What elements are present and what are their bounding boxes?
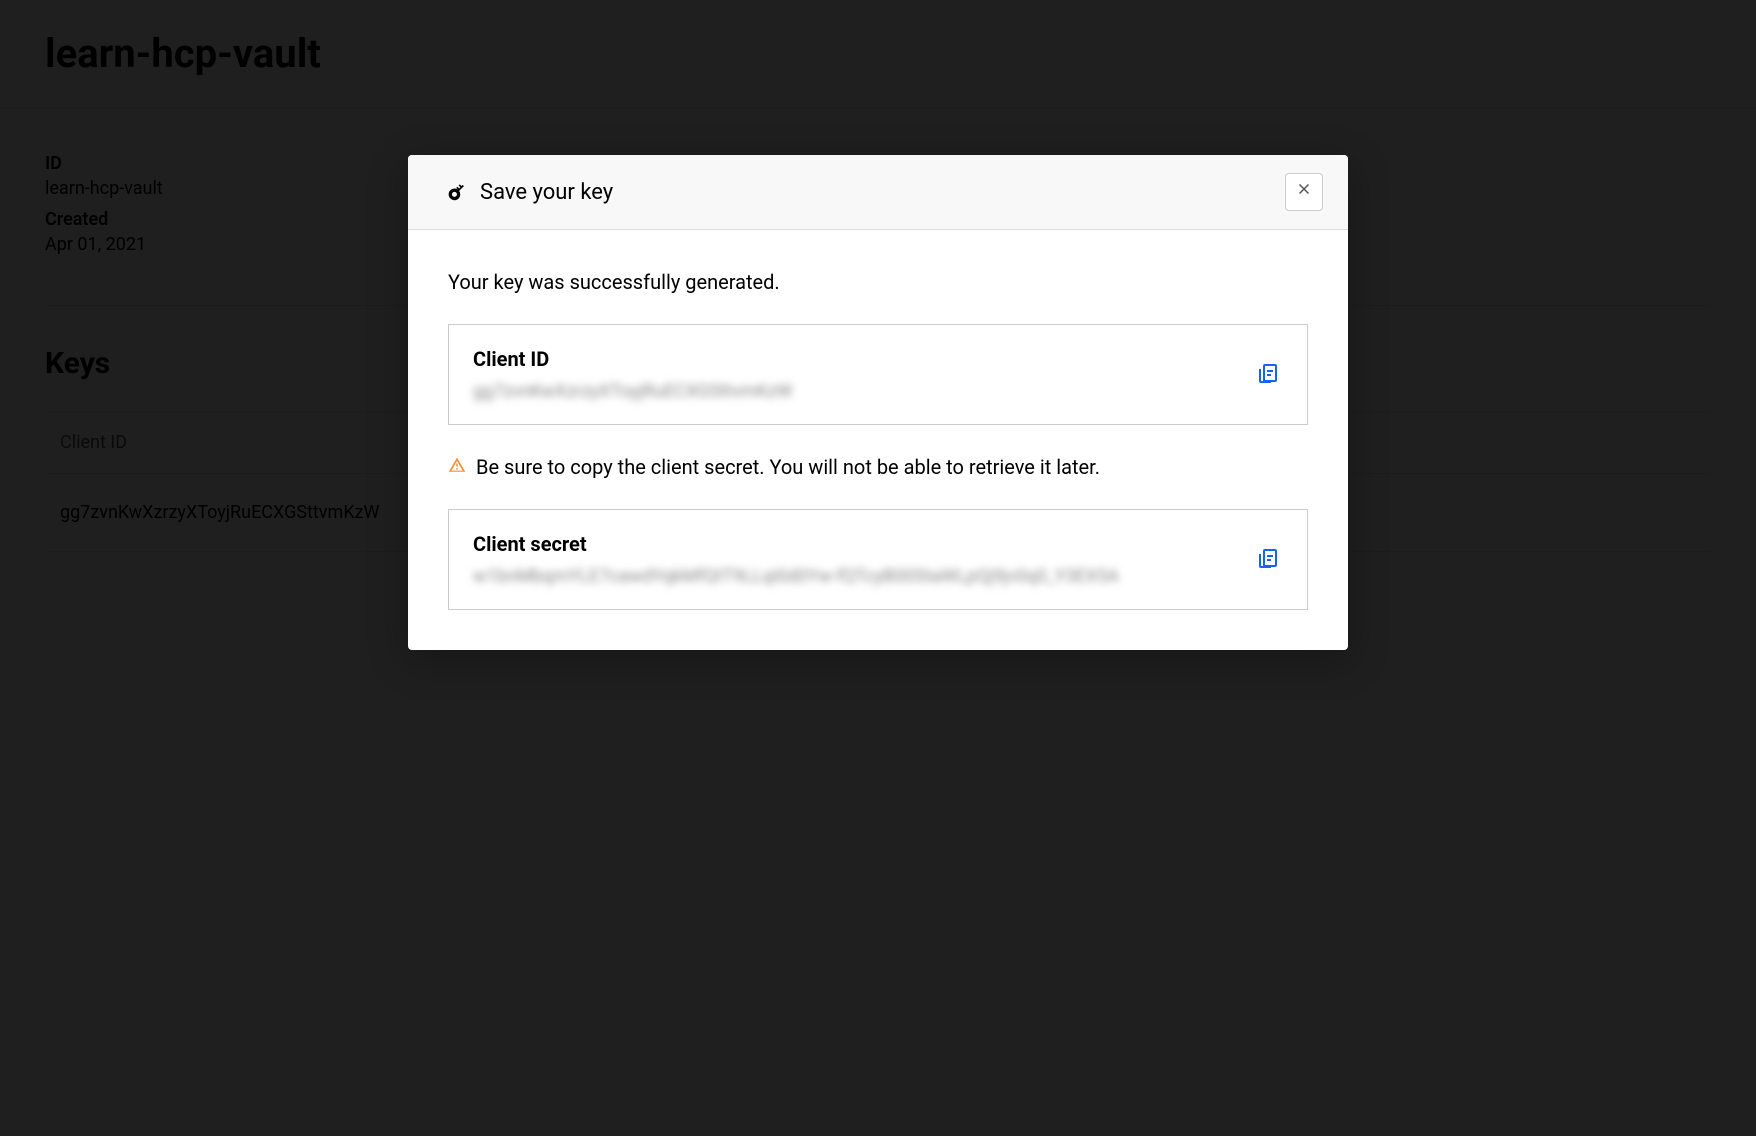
client-id-box: Client ID gg7zvnKwXzrzyXToyjRuECXGSttvmK…	[448, 324, 1308, 425]
warning-icon	[448, 455, 466, 479]
warning-row: Be sure to copy the client secret. You w…	[448, 455, 1308, 479]
close-button[interactable]	[1285, 173, 1323, 211]
close-icon	[1295, 180, 1313, 204]
save-key-modal: Save your key Your key was successfully …	[408, 155, 1348, 650]
clipboard-icon	[1256, 546, 1280, 574]
key-icon	[444, 178, 472, 206]
client-id-label: Client ID	[473, 347, 1233, 371]
modal-title: Save your key	[480, 180, 613, 205]
copy-client-secret-button[interactable]	[1253, 545, 1283, 575]
client-secret-box: Client secret w1bnMbqmYLE7cawdYqkMfQtT9L…	[448, 509, 1308, 610]
modal-overlay[interactable]: Save your key Your key was successfully …	[0, 0, 1756, 1136]
client-secret-label: Client secret	[473, 532, 1233, 556]
copy-client-id-button[interactable]	[1253, 360, 1283, 390]
client-secret-value: w1bnMbqmYLE7cawdYqkMfQtT9LLqi0d0Yw-fQTcy…	[473, 566, 1233, 587]
client-id-value: gg7zvnKwXzrzyXToyjRuECXGSttvmKzW	[473, 381, 1233, 402]
modal-body: Your key was successfully generated. Cli…	[408, 230, 1348, 650]
success-message: Your key was successfully generated.	[448, 270, 1308, 294]
modal-title-wrap: Save your key	[448, 180, 613, 205]
clipboard-icon	[1256, 361, 1280, 389]
modal-header: Save your key	[408, 155, 1348, 230]
warning-text: Be sure to copy the client secret. You w…	[476, 455, 1100, 479]
